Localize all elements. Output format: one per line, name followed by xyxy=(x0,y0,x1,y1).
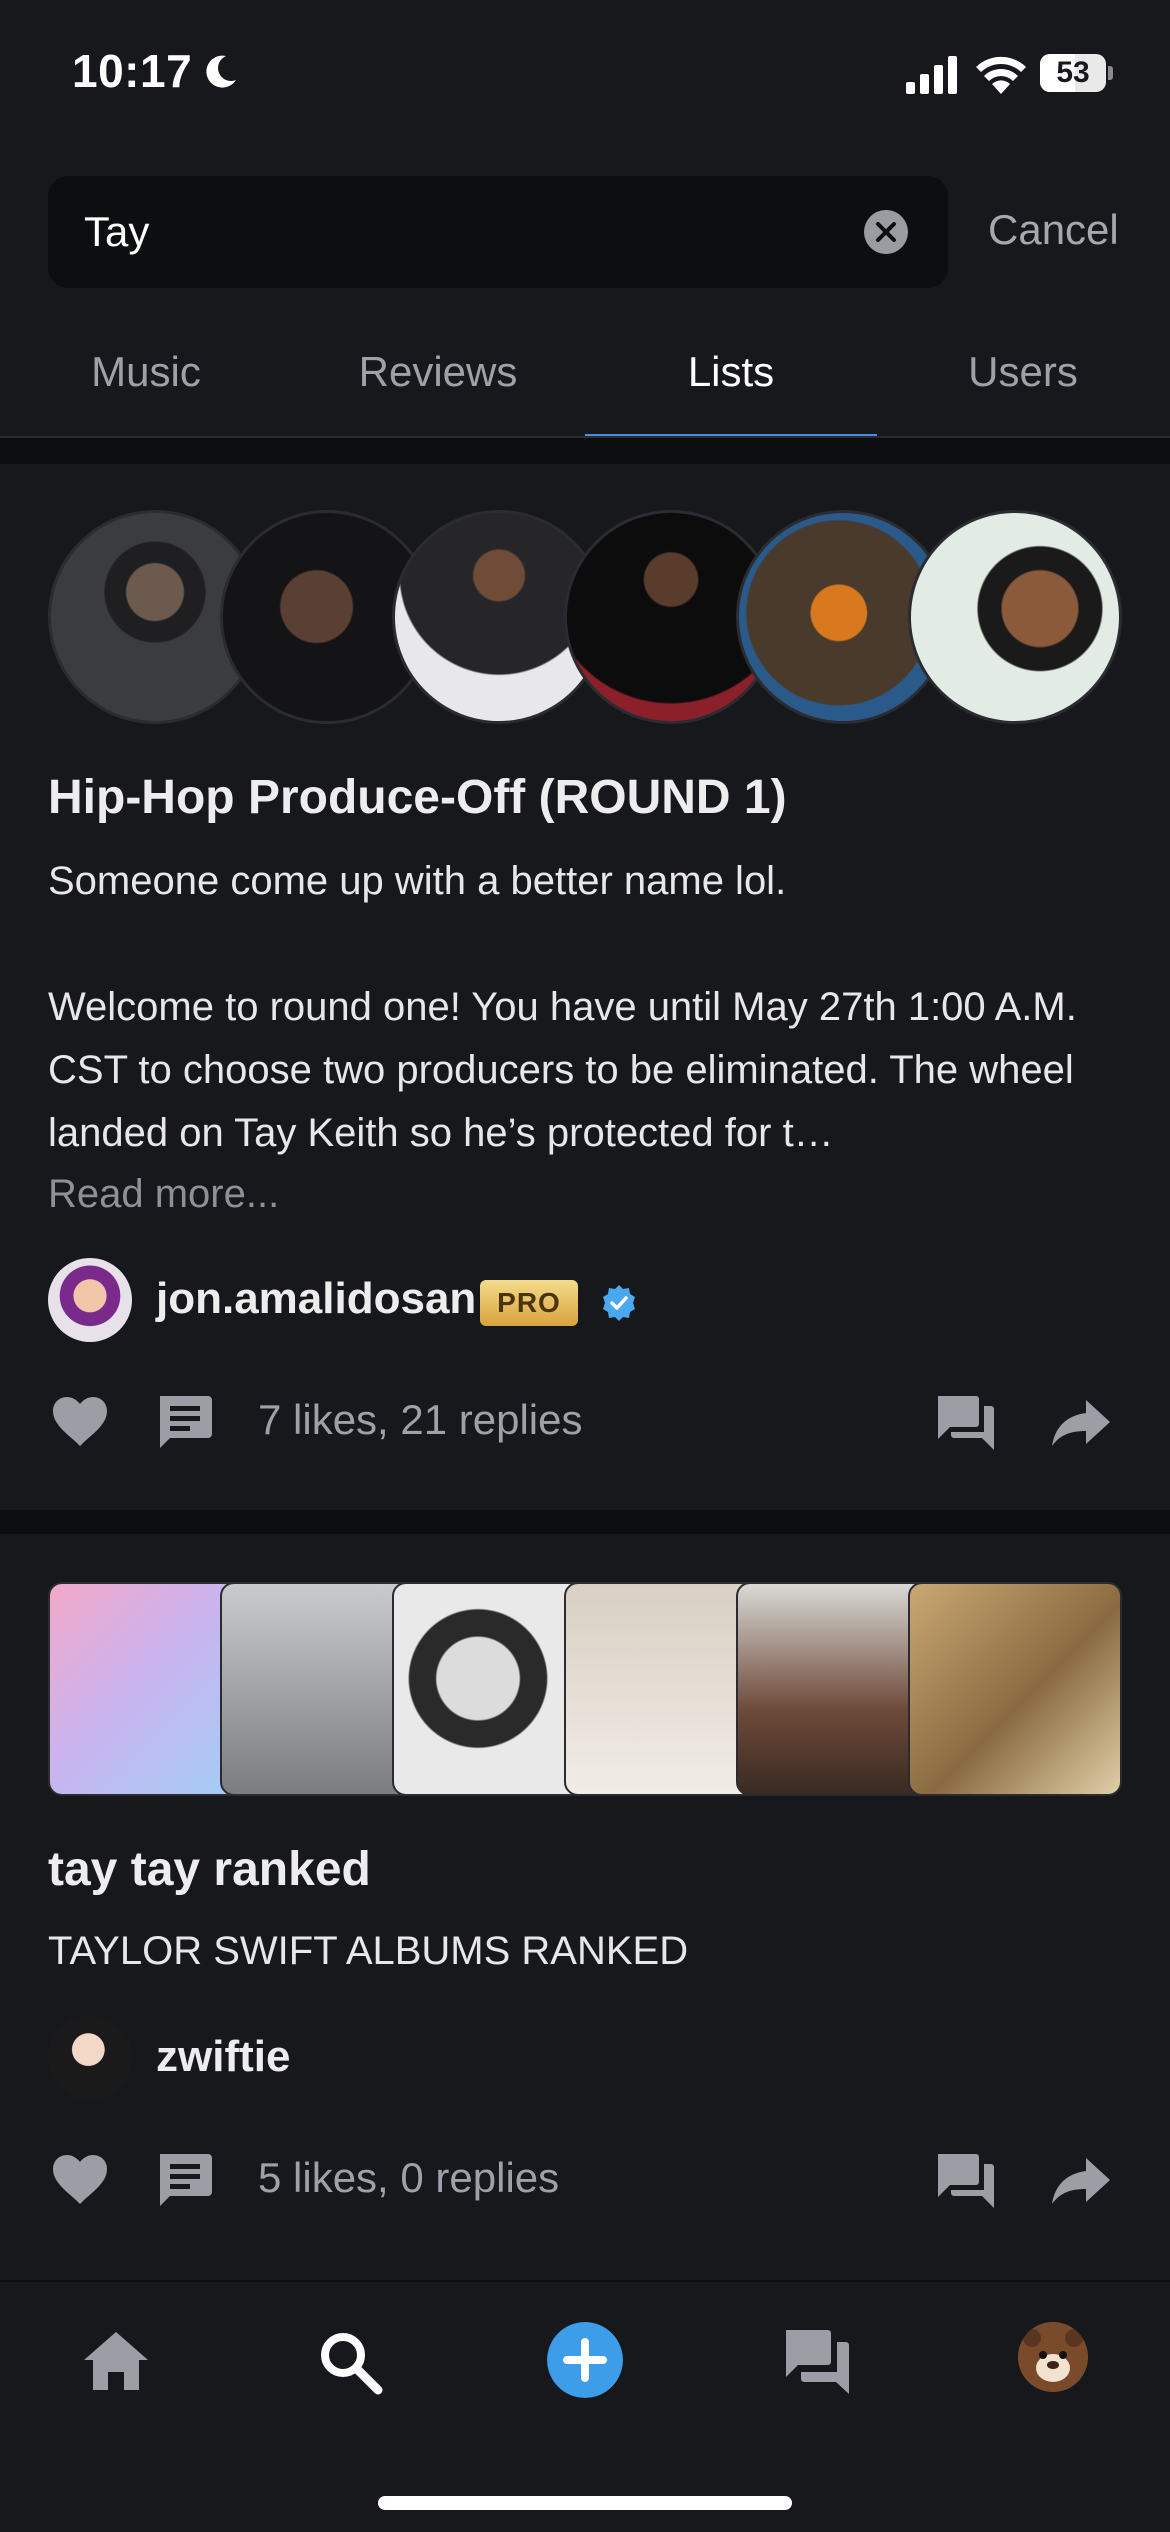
cellular-signal-icon xyxy=(906,56,957,94)
list-album-covers xyxy=(48,1582,1122,1796)
section-separator xyxy=(0,438,1170,464)
share-icon[interactable] xyxy=(1048,1390,1112,1454)
section-separator xyxy=(0,1510,1170,1534)
home-icon[interactable] xyxy=(76,2322,156,2402)
list-description: TAYLOR SWIFT ALBUMS RANKED xyxy=(48,1929,689,1973)
battery-indicator: 53 xyxy=(1040,52,1113,92)
screen: 10:17 53 Tay Cancel Music Reviews Lists … xyxy=(0,0,1170,2532)
battery-cap xyxy=(1108,66,1113,80)
verified-icon xyxy=(603,1285,635,1321)
home-indicator xyxy=(378,2496,792,2510)
list-title[interactable]: Hip-Hop Produce-Off (ROUND 1) xyxy=(48,770,787,825)
list-stats[interactable]: 5 likes, 0 replies xyxy=(258,2154,559,2202)
comment-icon[interactable] xyxy=(152,1390,216,1454)
profile-avatar[interactable] xyxy=(1018,2322,1088,2392)
forum-icon[interactable] xyxy=(778,2322,858,2402)
heart-icon[interactable] xyxy=(48,2148,112,2212)
comment-icon[interactable] xyxy=(152,2148,216,2212)
forum-icon[interactable] xyxy=(934,1390,998,1454)
plus-icon[interactable] xyxy=(547,2322,623,2398)
list-actions: 7 likes, 21 replies xyxy=(48,1390,1122,1462)
list-description: Someone come up with a better name lol. … xyxy=(48,859,1077,1155)
clear-search-icon[interactable] xyxy=(862,208,910,256)
search-tabs: Music Reviews Lists Users xyxy=(0,330,1170,438)
tab-users[interactable]: Users xyxy=(877,348,1169,396)
bottom-nav xyxy=(0,2280,1170,2532)
list-card[interactable]: Hip-Hop Produce-Off (ROUND 1) Someone co… xyxy=(0,464,1170,1510)
heart-icon[interactable] xyxy=(48,1390,112,1454)
cancel-button[interactable]: Cancel xyxy=(988,206,1119,254)
moon-icon xyxy=(206,55,236,88)
list-artist-images xyxy=(48,510,1122,726)
pro-badge: PRO xyxy=(480,1280,578,1326)
search-input[interactable]: Tay xyxy=(48,176,948,288)
list-actions: 5 likes, 0 replies xyxy=(48,2148,1122,2220)
author-username[interactable]: jon.amalidosan xyxy=(156,1274,476,1324)
list-author[interactable]: jon.amalidosan PRO xyxy=(48,1258,748,1344)
tab-music[interactable]: Music xyxy=(0,348,292,396)
search-icon[interactable] xyxy=(310,2322,390,2402)
forum-icon[interactable] xyxy=(934,2148,998,2212)
list-title[interactable]: tay tay ranked xyxy=(48,1842,371,1897)
search-input-value[interactable]: Tay xyxy=(84,208,149,256)
list-stats[interactable]: 7 likes, 21 replies xyxy=(258,1396,583,1444)
tab-reviews[interactable]: Reviews xyxy=(292,348,584,396)
read-more-link[interactable]: Read more... xyxy=(48,1172,279,1217)
album-cover xyxy=(908,1582,1122,1796)
list-card[interactable]: tay tay ranked TAYLOR SWIFT ALBUMS RANKE… xyxy=(0,1534,1170,2270)
wifi-icon xyxy=(976,56,1026,94)
artist-image xyxy=(908,510,1122,724)
status-time: 10:17 xyxy=(72,45,193,97)
author-username[interactable]: zwiftie xyxy=(156,2032,290,2082)
author-avatar[interactable] xyxy=(48,2016,132,2100)
tab-lists[interactable]: Lists xyxy=(585,348,877,396)
share-icon[interactable] xyxy=(1048,2148,1112,2212)
status-bar: 10:17 53 xyxy=(0,0,1170,150)
list-author[interactable]: zwiftie xyxy=(48,2016,548,2102)
author-avatar[interactable] xyxy=(48,1258,132,1342)
battery-percent: 53 xyxy=(1056,56,1090,89)
